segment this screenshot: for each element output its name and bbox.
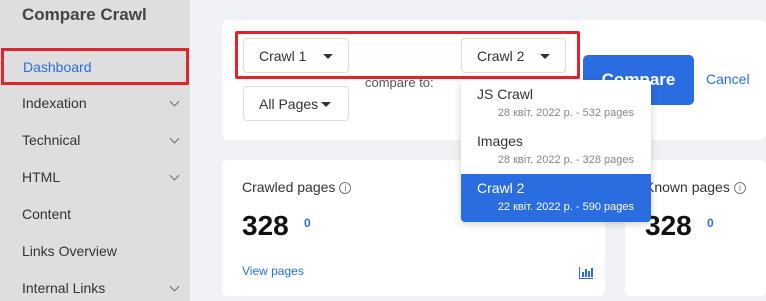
compare-to-label: compare to: (365, 75, 434, 90)
option-meta: 28 квіт. 2022 р. - 532 pages (497, 107, 634, 119)
sidebar: Compare Crawl Dashboard Indexation Techn… (0, 0, 190, 301)
option-meta: 28 квіт. 2022 р. - 328 pages (497, 154, 634, 166)
sidebar-item-label: Dashboard (23, 58, 92, 75)
sidebar-item-links-overview[interactable]: Links Overview (0, 232, 190, 269)
dropdown-option-js-crawl[interactable]: JS Crawl 28 квіт. 2022 р. - 532 pages (461, 80, 651, 127)
bar-chart-icon[interactable] (579, 267, 593, 279)
sidebar-item-html[interactable]: HTML (0, 158, 190, 195)
stat-label: Crawled pages i (242, 179, 352, 195)
sidebar-item-label: HTML (22, 168, 61, 185)
known-pages-label: Known pages (645, 179, 730, 195)
chevron-down-icon (169, 170, 180, 181)
sidebar-item-indexation[interactable]: Indexation (0, 84, 190, 121)
chevron-down-icon (169, 133, 180, 144)
sidebar-item-label: Technical (22, 131, 81, 148)
crawl1-select[interactable]: Crawl 1 (243, 38, 349, 73)
dropdown-option-crawl-2[interactable]: Crawl 2 22 квіт. 2022 р. - 590 pages (461, 174, 651, 222)
sidebar-item-label: Links Overview (22, 242, 117, 259)
known-pages-delta: 0 (707, 216, 714, 230)
crawl1-select-value: Crawl 1 (259, 47, 307, 64)
sidebar-item-content[interactable]: Content (0, 195, 190, 232)
crawled-pages-label: Crawled pages (242, 179, 336, 195)
crawled-pages-delta: 0 (304, 216, 311, 230)
chevron-down-icon (169, 281, 180, 292)
pages-filter-value: All Pages (259, 95, 319, 112)
known-pages-value: 328 (645, 210, 692, 241)
crawled-pages-value: 328 (242, 210, 289, 241)
cancel-link[interactable]: Cancel (706, 71, 750, 87)
view-pages-link[interactable]: View pages (242, 264, 304, 278)
stat-label: Known pages i (645, 179, 746, 195)
crawl2-dropdown-menu: JS Crawl 28 квіт. 2022 р. - 532 pages Im… (461, 80, 651, 222)
crawl2-select-value: Crawl 2 (477, 47, 525, 64)
sidebar-item-dashboard[interactable]: Dashboard (1, 48, 189, 85)
sidebar-item-internal-links[interactable]: Internal Links (0, 269, 190, 301)
app-title: Compare Crawl (22, 5, 147, 24)
crawl2-select[interactable]: Crawl 2 (461, 38, 566, 73)
caret-down-icon (321, 102, 331, 107)
option-name: Crawl 2 (477, 180, 525, 196)
sidebar-item-label: Indexation (22, 94, 87, 111)
option-name: Images (477, 133, 523, 149)
option-meta: 22 квіт. 2022 р. - 590 pages (497, 201, 634, 213)
sidebar-item-technical[interactable]: Technical (0, 121, 190, 158)
info-icon[interactable]: i (339, 182, 352, 194)
dropdown-option-images[interactable]: Images 28 квіт. 2022 р. - 328 pages (461, 127, 651, 174)
caret-down-icon (540, 54, 550, 59)
info-icon[interactable]: i (733, 182, 746, 194)
pages-filter-select[interactable]: All Pages (243, 86, 349, 121)
chevron-down-icon (169, 96, 180, 107)
sidebar-item-label: Internal Links (22, 279, 106, 296)
option-name: JS Crawl (477, 86, 534, 102)
sidebar-item-label: Content (22, 205, 72, 222)
caret-down-icon (323, 54, 333, 59)
